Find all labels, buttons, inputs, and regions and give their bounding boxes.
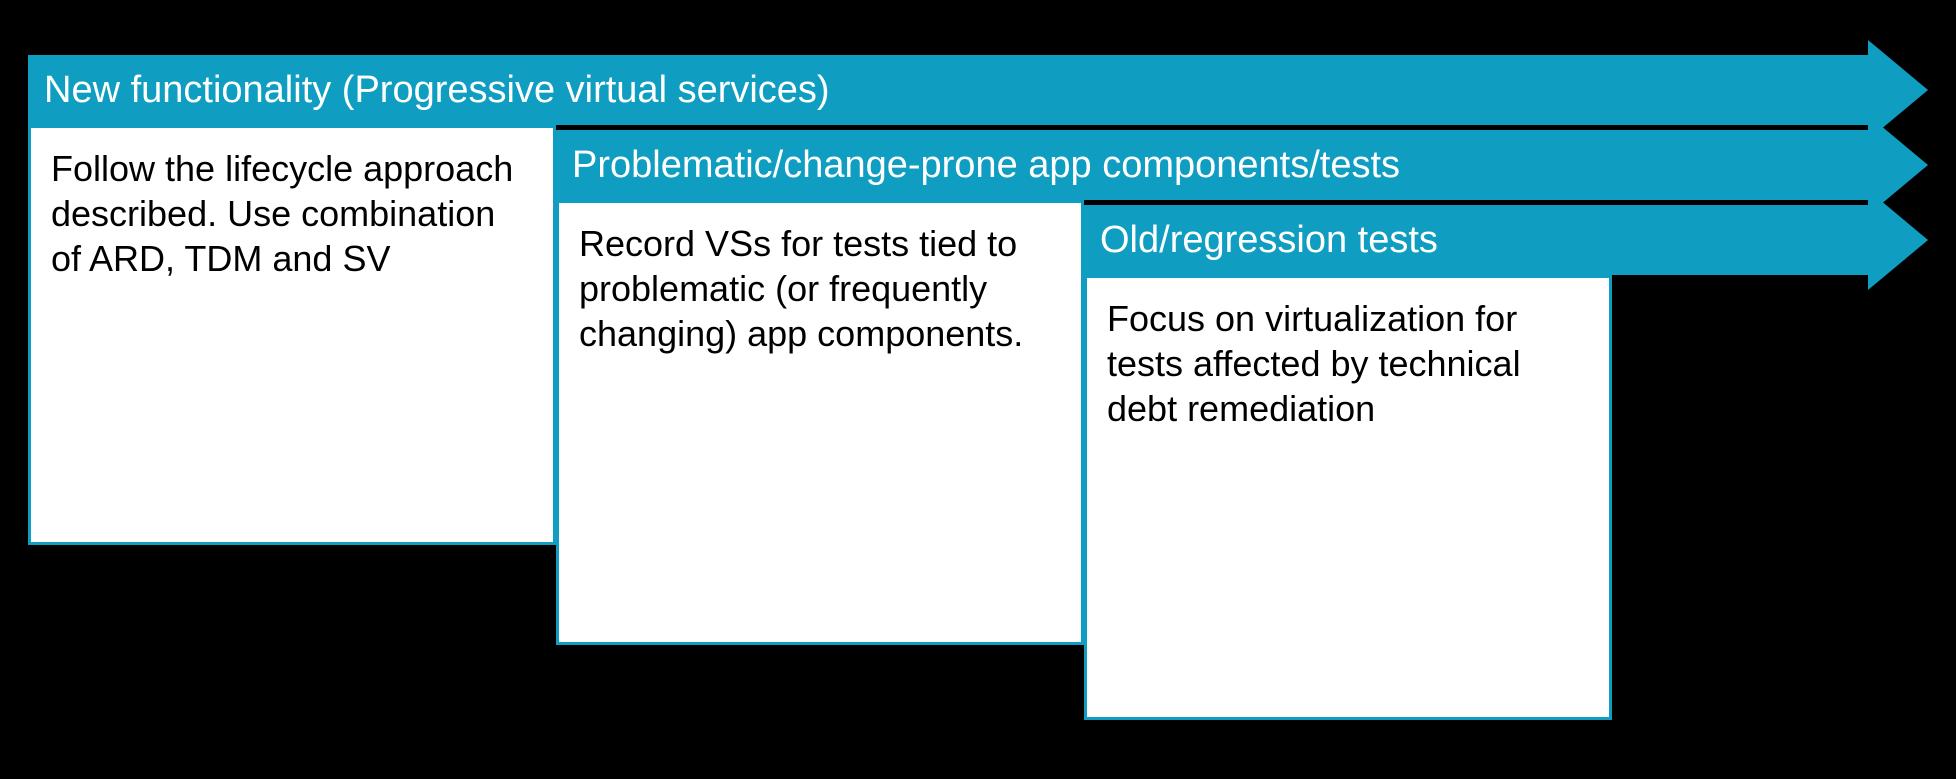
arrow-title-1: New functionality (Progressive virtual s…: [28, 55, 1868, 125]
arrow-band-1: New functionality (Progressive virtual s…: [28, 55, 1868, 125]
arrow-title-2: Problematic/change-prone app components/…: [556, 130, 1868, 200]
body-text-1: Follow the lifecycle approach described.…: [31, 128, 553, 281]
diagram-stage: New functionality (Progressive virtual s…: [0, 0, 1956, 779]
arrow-title-3: Old/regression tests: [1084, 205, 1868, 275]
body-text-2: Record VSs for tests tied to problematic…: [559, 203, 1081, 356]
arrow-band-3: Old/regression tests: [1084, 205, 1868, 275]
arrow-band-2: Problematic/change-prone app components/…: [556, 130, 1868, 200]
body-box-2: Record VSs for tests tied to problematic…: [556, 200, 1084, 645]
body-box-1: Follow the lifecycle approach described.…: [28, 125, 556, 545]
body-box-3: Focus on virtualization for tests affect…: [1084, 275, 1612, 720]
body-text-3: Focus on virtualization for tests affect…: [1087, 278, 1609, 431]
